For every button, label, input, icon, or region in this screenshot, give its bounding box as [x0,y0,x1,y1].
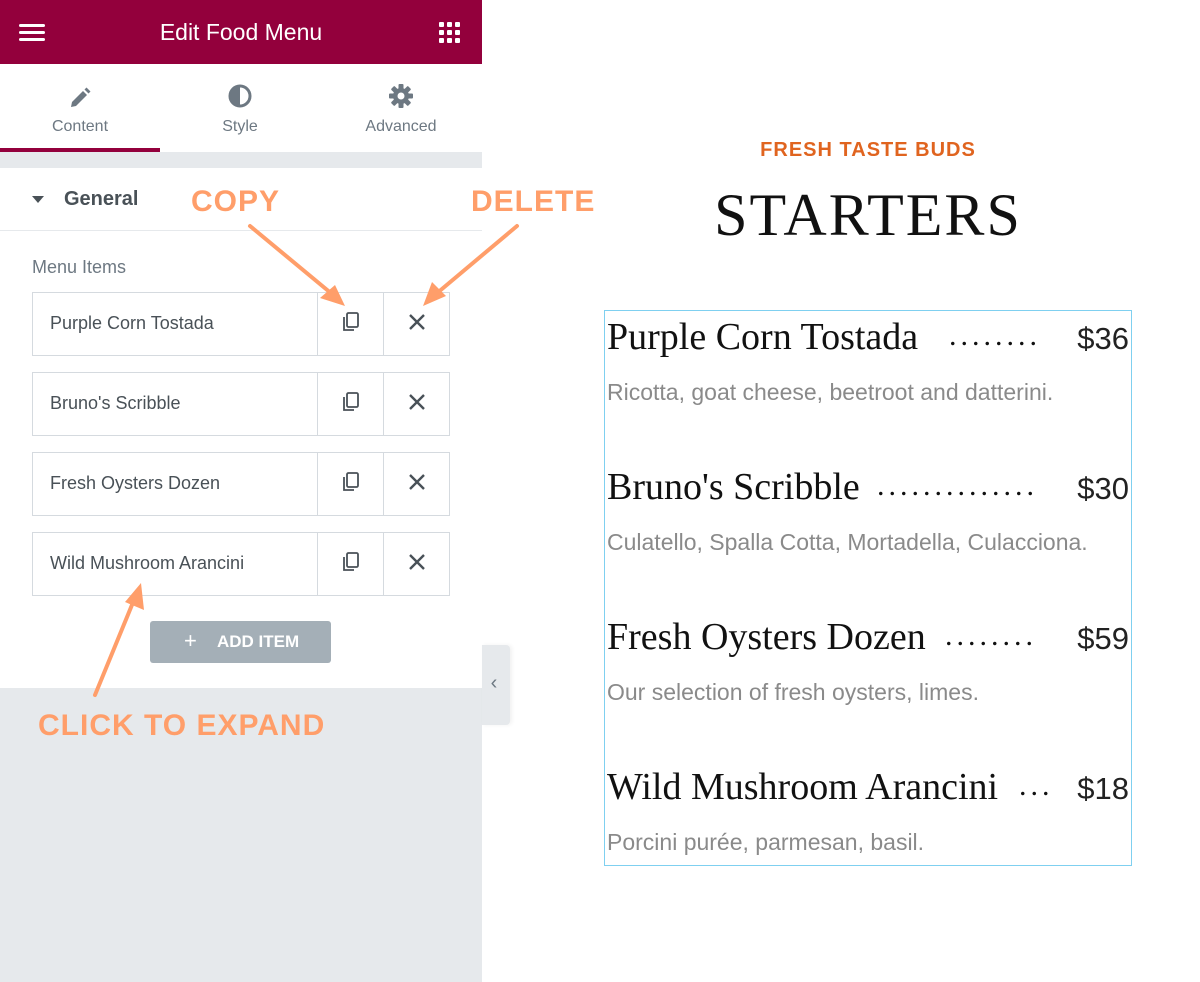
tab-content[interactable]: Content [0,64,160,152]
pencil-icon [0,84,160,108]
menu-item-leader: ... [1019,769,1054,802]
contrast-icon [160,84,320,108]
duplicate-button[interactable] [317,533,383,595]
preview-title: STARTERS [714,182,1022,248]
menu-item-price: $59 [1077,621,1129,656]
menu-item-price: $18 [1077,771,1129,806]
tab-advanced[interactable]: Advanced [321,64,481,152]
close-icon [384,392,450,416]
repeater-item-title[interactable]: Wild Mushroom Arancini [50,553,244,574]
repeater-item-title[interactable]: Bruno's Scribble [50,393,181,414]
menu-item-price: $30 [1077,471,1129,506]
menu-item: Bruno's Scribble .............. $30 Cula… [605,461,1131,581]
copy-icon [318,392,384,417]
menu-item-leader: .............. [877,469,1038,502]
copy-icon [318,552,384,577]
menu-item-description: Culatello, Spalla Cotta, Mortadella, Cul… [607,529,1088,555]
menu-item-name: Wild Mushroom Arancini [607,766,999,808]
tab-style[interactable]: Style [160,64,320,152]
plus-icon: + [184,628,197,653]
close-icon [384,472,450,496]
repeater-item[interactable]: Wild Mushroom Arancini [32,532,450,596]
general-section: General Menu Items Purple Corn Tostada B… [0,168,482,688]
remove-button[interactable] [383,293,449,355]
add-item-button[interactable]: + ADD ITEM [150,621,331,663]
collapse-panel-handle[interactable]: ‹ [482,645,510,725]
menu-item-description: Porcini purée, parmesan, basil. [607,829,925,855]
tab-advanced-label: Advanced [365,118,437,135]
annotation-delete: DELETE [471,185,596,218]
annotation-copy: COPY [191,185,281,218]
repeater-item[interactable]: Fresh Oysters Dozen [32,452,450,516]
menu-item-name: Fresh Oysters Dozen [607,616,926,658]
menu-item: Fresh Oysters Dozen ........ $59 Our sel… [605,611,1131,731]
tab-style-label: Style [222,118,258,135]
copy-icon [318,312,384,337]
panel-header: Edit Food Menu [0,0,482,64]
duplicate-button[interactable] [317,293,383,355]
menu-item: Purple Corn Tostada ........ $36 Ricotta… [605,311,1131,431]
menu-item-description: Our selection of fresh oysters, limes. [607,679,979,705]
repeater-item[interactable]: Bruno's Scribble [32,372,450,436]
panel-title: Edit Food Menu [159,19,323,45]
menu-item-description: Ricotta, goat cheese, beetroot and datte… [607,379,1054,405]
menu-item: Wild Mushroom Arancini ... $18 Porcini p… [605,761,1131,881]
tab-content-label: Content [51,118,109,135]
gear-icon [321,84,481,108]
menu-item-leader: ........ [949,319,1041,352]
caret-down-icon [32,196,44,203]
close-icon [384,312,450,336]
panel-tabs: Content Style Advanced [0,64,482,152]
add-item-label: ADD ITEM [217,632,300,651]
repeater-item-title[interactable]: Fresh Oysters Dozen [50,473,220,494]
menu-item-name: Bruno's Scribble [607,466,860,508]
remove-button[interactable] [383,453,449,515]
annotation-click-to-expand: CLICK TO EXPAND [38,709,326,742]
remove-button[interactable] [383,533,449,595]
food-menu-widget[interactable]: Purple Corn Tostada ........ $36 Ricotta… [604,310,1132,866]
widgets-grid-icon[interactable] [439,22,460,43]
repeater-item[interactable]: Purple Corn Tostada [32,292,450,356]
repeater-item-title[interactable]: Purple Corn Tostada [50,313,214,334]
menu-item-leader: ........ [945,619,1037,652]
editor-panel: Edit Food Menu Content Style Advanced Ge… [0,0,482,982]
menu-items-label: Menu Items [32,257,127,277]
duplicate-button[interactable] [317,373,383,435]
close-icon [384,552,450,576]
duplicate-button[interactable] [317,453,383,515]
remove-button[interactable] [383,373,449,435]
copy-icon [318,472,384,497]
menu-item-name: Purple Corn Tostada [607,316,919,358]
section-title: General [64,188,139,210]
menu-item-price: $36 [1077,321,1129,356]
chevron-left-icon: ‹ [490,672,498,694]
preview-subtitle: FRESH TASTE BUDS [760,139,976,161]
